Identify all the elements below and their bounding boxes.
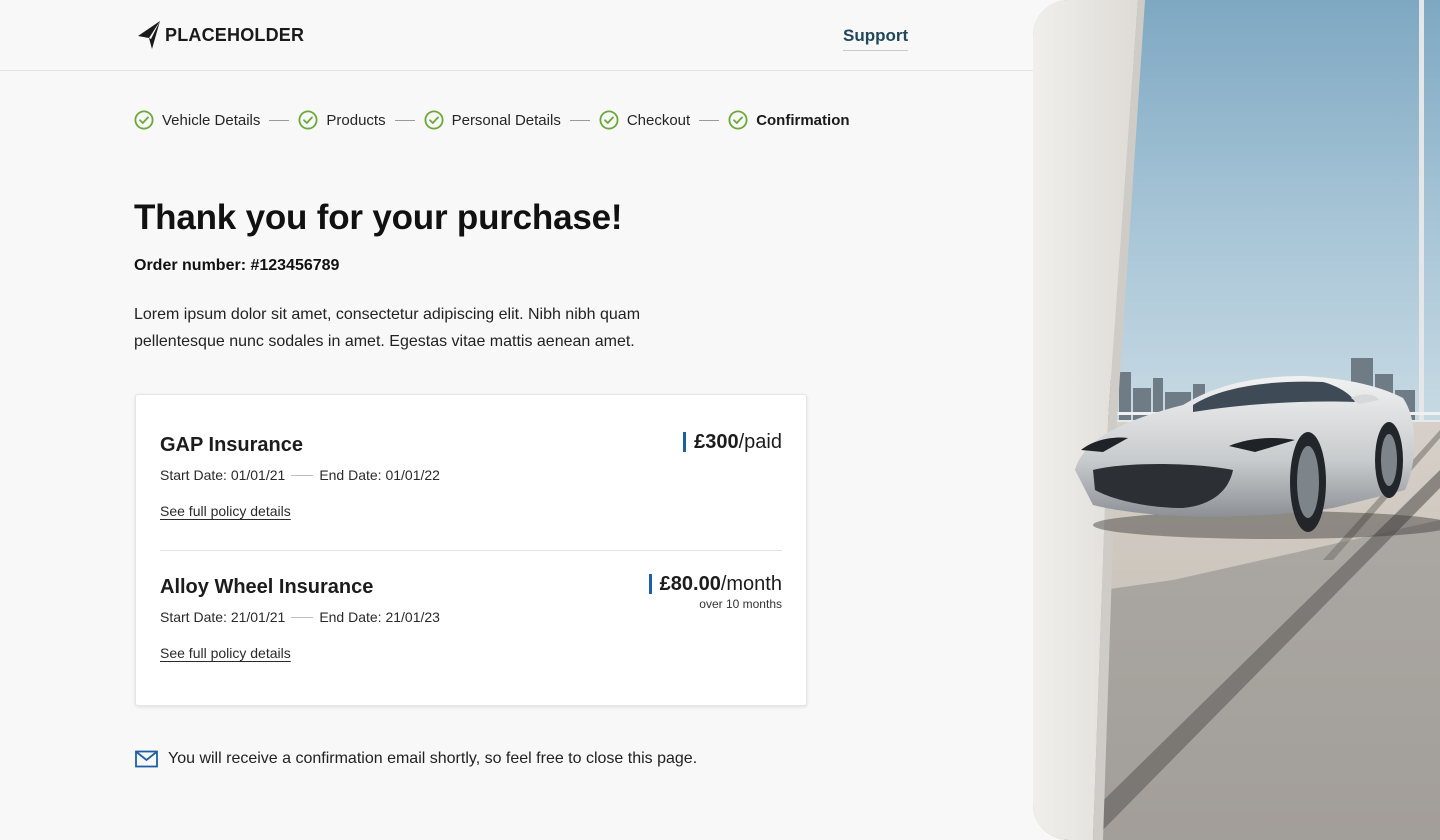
card-divider: [160, 550, 782, 551]
policy-dates: Start Date: 21/01/21 End Date: 21/01/23: [160, 609, 782, 625]
end-date-label: End Date:: [319, 609, 382, 625]
progress-stepper: Vehicle Details Products Personal Detail…: [134, 109, 850, 131]
price-note: over 10 months: [699, 597, 782, 611]
date-separator: [291, 474, 314, 476]
price-amount: £300: [694, 431, 739, 453]
car-photo: [1033, 0, 1440, 840]
support-link[interactable]: Support: [843, 26, 909, 51]
start-date-label: Start Date:: [160, 467, 227, 483]
intro-text: Lorem ipsum dolor sit amet, consectetur …: [134, 306, 641, 350]
policy-item: GAP Insurance Start Date: 01/01/21 End D…: [160, 432, 782, 521]
start-date-label: Start Date:: [160, 609, 227, 625]
logo-text: PLACEHOLDER: [165, 24, 305, 45]
order-number: Order number: #123456789: [134, 257, 340, 274]
start-date-value: 21/01/21: [230, 609, 286, 625]
step-label: Products: [326, 111, 386, 129]
price-unit: /month: [720, 573, 782, 595]
policy-details-link[interactable]: See full policy details: [160, 503, 291, 519]
step-vehicle-details[interactable]: Vehicle Details: [134, 110, 260, 130]
confirmation-note: You will receive a confirmation email sh…: [135, 750, 697, 768]
end-date-value: 01/01/22: [385, 467, 440, 483]
check-circle-icon: [134, 110, 154, 130]
confirmation-note-text: You will receive a confirmation email sh…: [168, 750, 698, 767]
check-circle-icon: [424, 110, 444, 130]
step-personal-details[interactable]: Personal Details: [424, 110, 561, 130]
price-amount: £80.00: [659, 573, 721, 595]
step-label: Vehicle Details: [162, 111, 261, 129]
step-separator: [569, 119, 590, 121]
policy-price: £80.00/month over 10 months: [648, 573, 782, 611]
step-products[interactable]: Products: [298, 110, 386, 130]
step-separator: [394, 119, 415, 121]
end-date-value: 21/01/23: [385, 609, 440, 625]
policy-details-link[interactable]: See full policy details: [160, 645, 291, 661]
page-title: Thank you for your purchase!: [134, 198, 623, 237]
envelope-icon: [135, 750, 158, 768]
step-separator: [699, 119, 720, 121]
date-separator: [291, 616, 314, 618]
step-label: Checkout: [626, 111, 691, 129]
logo[interactable]: PLACEHOLDER: [137, 20, 304, 50]
check-circle-icon: [298, 110, 318, 130]
step-confirmation: Confirmation: [728, 110, 850, 130]
end-date-label: End Date:: [319, 467, 382, 483]
step-label-current: Confirmation: [756, 111, 850, 129]
price-main: £80.00/month: [648, 573, 782, 595]
check-circle-icon: [728, 110, 748, 130]
policy-item: Alloy Wheel Insurance Start Date: 21/01/…: [160, 574, 782, 663]
placeholder-logo-icon: [138, 21, 160, 49]
price-unit: /paid: [738, 431, 782, 453]
policy-summary-card: GAP Insurance Start Date: 01/01/21 End D…: [135, 394, 807, 706]
policy-price: £300/paid: [683, 432, 782, 453]
step-checkout[interactable]: Checkout: [599, 110, 690, 130]
step-separator: [269, 119, 290, 121]
check-circle-icon: [599, 110, 619, 130]
policy-dates: Start Date: 01/01/21 End Date: 01/01/22: [160, 467, 782, 483]
hero-car-image: [1033, 0, 1440, 840]
price-main: £300/paid: [683, 432, 782, 452]
step-label: Personal Details: [451, 111, 561, 129]
header: PLACEHOLDER Support: [0, 0, 1033, 71]
start-date-value: 01/01/21: [230, 467, 286, 483]
